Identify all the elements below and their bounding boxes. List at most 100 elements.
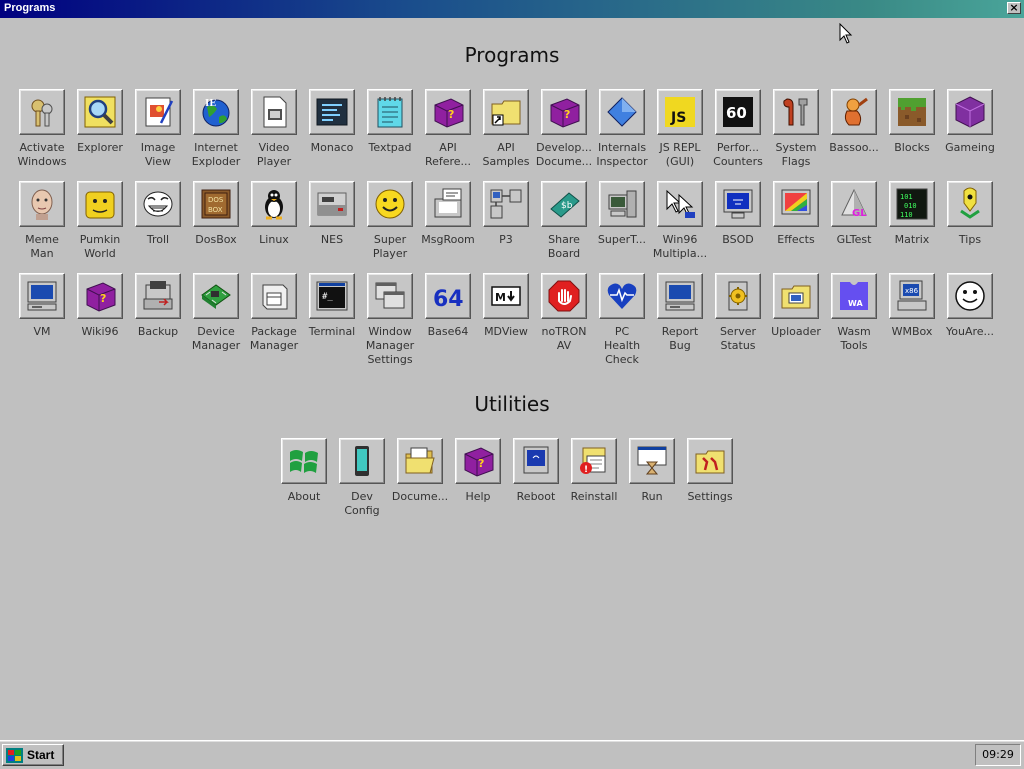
program-tile[interactable]: SuperT... — [593, 181, 651, 247]
program-icon-button[interactable] — [947, 181, 993, 227]
program-tile[interactable]: Image View — [129, 89, 187, 169]
program-tile[interactable]: Server Status — [709, 273, 767, 353]
program-icon-button[interactable] — [309, 89, 355, 135]
program-icon-button[interactable] — [947, 273, 993, 319]
program-icon-button[interactable] — [773, 89, 819, 135]
program-icon-button[interactable] — [425, 181, 471, 227]
program-tile[interactable]: $b Share Board — [535, 181, 593, 261]
program-icon-button[interactable] — [251, 181, 297, 227]
program-tile[interactable]: JS JS REPL (GUI) — [651, 89, 709, 169]
program-tile[interactable]: Device Manager — [187, 273, 245, 353]
program-icon-button[interactable]: ? — [425, 89, 471, 135]
program-tile[interactable]: Pumkin World — [71, 181, 129, 261]
program-tile[interactable]: M MDView — [477, 273, 535, 339]
start-button[interactable]: Start — [2, 744, 64, 766]
program-icon-button[interactable] — [513, 438, 559, 484]
program-icon-button[interactable]: JS — [657, 89, 703, 135]
program-icon-button[interactable]: 64 — [425, 273, 471, 319]
program-icon-button[interactable] — [135, 89, 181, 135]
program-tile[interactable]: Reboot — [507, 438, 565, 504]
program-icon-button[interactable] — [135, 273, 181, 319]
program-icon-button[interactable] — [135, 181, 181, 227]
program-icon-button[interactable] — [19, 273, 65, 319]
program-tile[interactable]: Docume... — [391, 438, 449, 504]
program-tile[interactable]: x86 WMBox — [883, 273, 941, 339]
close-button[interactable]: × — [1007, 2, 1021, 14]
program-icon-button[interactable] — [397, 438, 443, 484]
program-icon-button[interactable]: #_ — [309, 273, 355, 319]
program-icon-button[interactable]: $b — [541, 181, 587, 227]
program-tile[interactable]: Effects — [767, 181, 825, 247]
program-tile[interactable]: Settings — [681, 438, 739, 504]
program-tile[interactable]: ! Reinstall — [565, 438, 623, 504]
program-tile[interactable]: Super Player — [361, 181, 419, 261]
program-icon-button[interactable] — [339, 438, 385, 484]
program-icon-button[interactable]: x86 — [889, 273, 935, 319]
program-icon-button[interactable] — [541, 273, 587, 319]
program-tile[interactable]: Blocks — [883, 89, 941, 155]
program-icon-button[interactable]: ? — [541, 89, 587, 135]
program-tile[interactable]: #_ Terminal — [303, 273, 361, 339]
program-tile[interactable]: Linux — [245, 181, 303, 247]
program-tile[interactable]: System Flags — [767, 89, 825, 169]
program-icon-button[interactable] — [657, 181, 703, 227]
program-tile[interactable]: Backup — [129, 273, 187, 339]
program-tile[interactable]: BSOD — [709, 181, 767, 247]
program-icon-button[interactable] — [629, 438, 675, 484]
program-tile[interactable]: noTRON AV — [535, 273, 593, 353]
program-icon-button[interactable] — [309, 181, 355, 227]
program-icon-button[interactable] — [715, 181, 761, 227]
program-tile[interactable]: Meme Man — [13, 181, 71, 261]
program-icon-button[interactable] — [193, 273, 239, 319]
program-icon-button[interactable] — [19, 89, 65, 135]
program-tile[interactable]: Activate Windows — [13, 89, 71, 169]
program-tile[interactable]: Tips — [941, 181, 999, 247]
program-icon-button[interactable] — [599, 273, 645, 319]
program-icon-button[interactable]: GL — [831, 181, 877, 227]
program-icon-button[interactable]: DOS BOX — [193, 181, 239, 227]
program-tile[interactable]: Video Player — [245, 89, 303, 169]
program-icon-button[interactable] — [251, 89, 297, 135]
program-tile[interactable]: IE Internet Exploder — [187, 89, 245, 169]
program-icon-button[interactable]: ! — [571, 438, 617, 484]
program-tile[interactable]: GL GLTest — [825, 181, 883, 247]
program-icon-button[interactable]: ? — [455, 438, 501, 484]
program-tile[interactable]: Explorer — [71, 89, 129, 155]
program-icon-button[interactable] — [483, 89, 529, 135]
program-icon-button[interactable]: WA — [831, 273, 877, 319]
program-icon-button[interactable] — [281, 438, 327, 484]
program-tile[interactable]: Win96 Multipla... — [651, 181, 709, 261]
program-icon-button[interactable] — [251, 273, 297, 319]
program-tile[interactable]: About — [275, 438, 333, 504]
program-tile[interactable]: Run — [623, 438, 681, 504]
program-tile[interactable]: Dev Config — [333, 438, 391, 518]
program-tile[interactable]: Textpad — [361, 89, 419, 155]
program-icon-button[interactable] — [715, 273, 761, 319]
program-tile[interactable]: MsgRoom — [419, 181, 477, 247]
program-tile[interactable]: 101 010 110 Matrix — [883, 181, 941, 247]
program-tile[interactable]: DOS BOX DosBox — [187, 181, 245, 247]
program-icon-button[interactable] — [77, 89, 123, 135]
program-tile[interactable]: Report Bug — [651, 273, 709, 353]
program-icon-button[interactable] — [831, 89, 877, 135]
program-tile[interactable]: YouAre... — [941, 273, 999, 339]
program-icon-button[interactable] — [687, 438, 733, 484]
program-tile[interactable]: VM — [13, 273, 71, 339]
program-tile[interactable]: ? Help — [449, 438, 507, 504]
program-tile[interactable]: ? API Refere... — [419, 89, 477, 169]
program-tile[interactable]: API Samples — [477, 89, 535, 169]
program-icon-button[interactable] — [367, 181, 413, 227]
program-icon-button[interactable] — [599, 181, 645, 227]
program-icon-button[interactable] — [367, 89, 413, 135]
program-tile[interactable]: 60 Perfor... Counters — [709, 89, 767, 169]
program-icon-button[interactable] — [947, 89, 993, 135]
program-tile[interactable]: ? Develop... Docume... — [535, 89, 593, 169]
program-icon-button[interactable]: IE — [193, 89, 239, 135]
program-icon-button[interactable] — [773, 273, 819, 319]
program-icon-button[interactable] — [599, 89, 645, 135]
program-icon-button[interactable] — [657, 273, 703, 319]
program-icon-button[interactable]: ? — [77, 273, 123, 319]
program-tile[interactable]: 64 Base64 — [419, 273, 477, 339]
program-tile[interactable]: P3 — [477, 181, 535, 247]
program-tile[interactable]: Internals Inspector — [593, 89, 651, 169]
